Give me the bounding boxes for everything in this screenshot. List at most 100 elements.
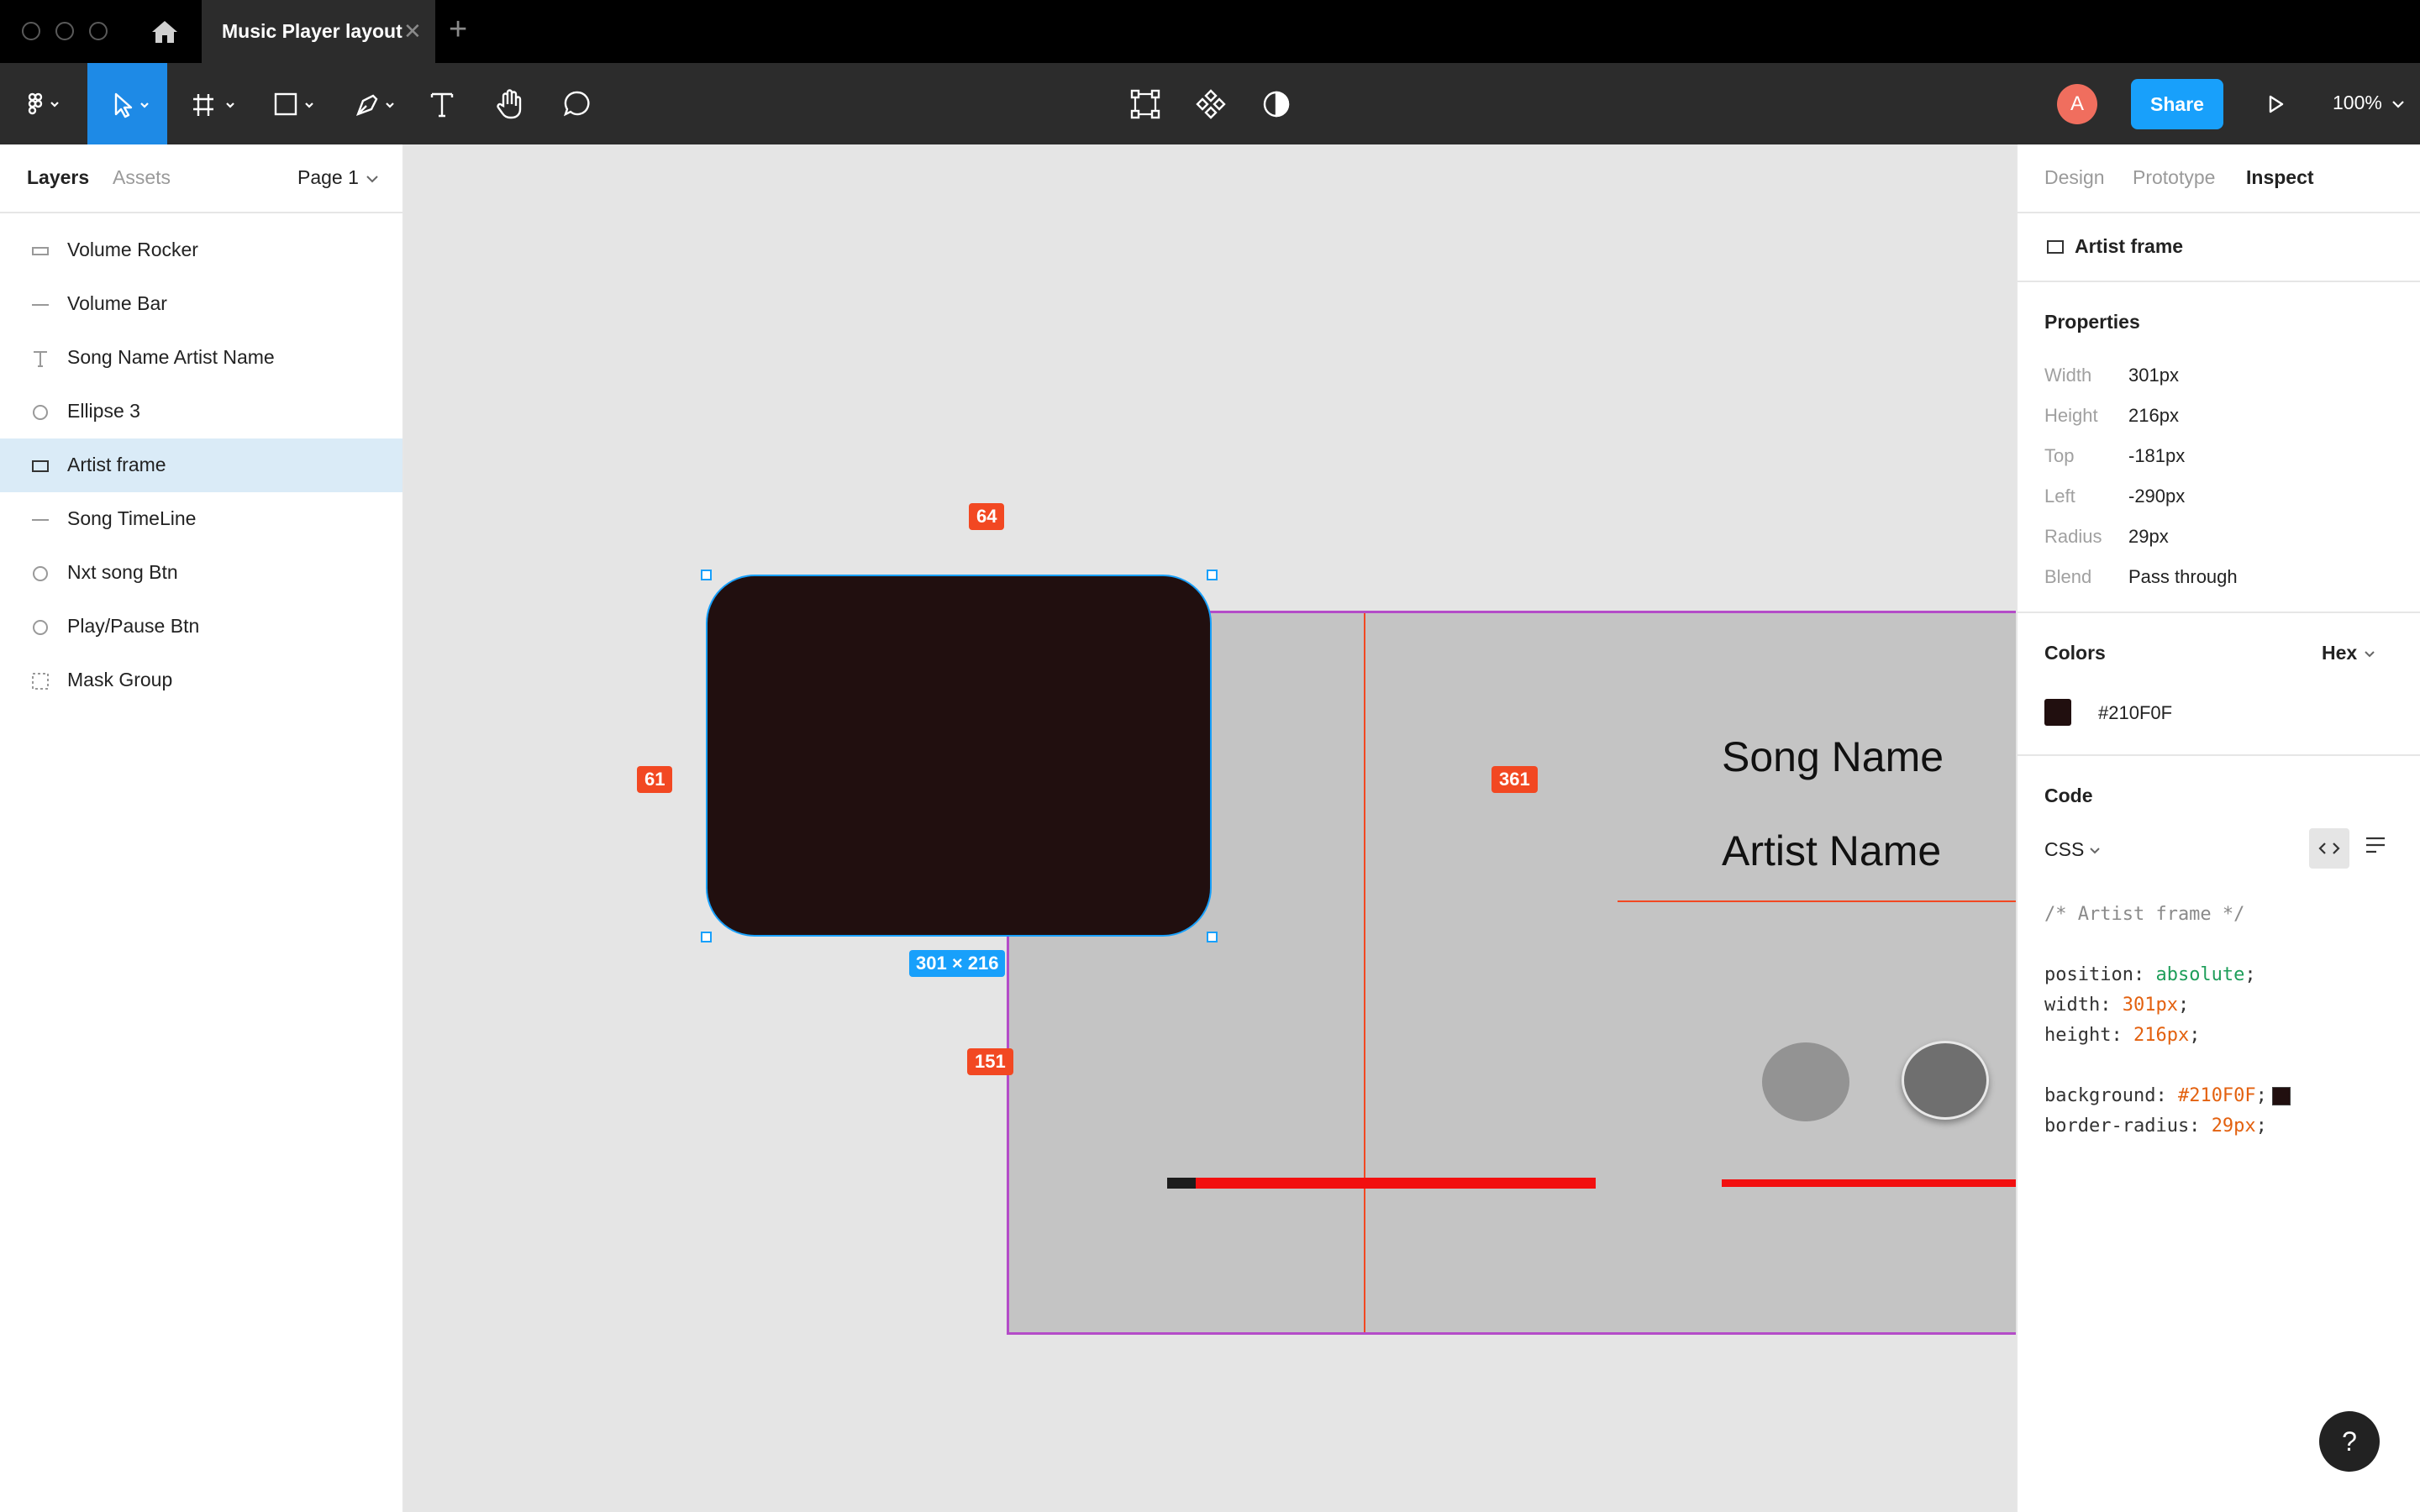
layers-panel: Layers Assets Page 1 Volume Rocker Volum… bbox=[0, 144, 404, 1512]
tab-layers[interactable]: Layers bbox=[27, 166, 89, 189]
previous-song-button[interactable] bbox=[1762, 1042, 1849, 1121]
resize-handle-bottom-right[interactable] bbox=[1207, 932, 1218, 942]
pen-tool-button[interactable] bbox=[341, 63, 408, 144]
new-tab-button[interactable]: + bbox=[449, 13, 467, 45]
zoom-select[interactable]: 100% bbox=[2333, 92, 2406, 114]
chevron-down-icon bbox=[366, 176, 378, 183]
chevron-down-icon bbox=[2365, 651, 2375, 658]
frame-tool-button[interactable] bbox=[180, 63, 247, 144]
divider bbox=[2018, 754, 2420, 756]
edit-object-button[interactable] bbox=[1126, 63, 1165, 144]
color-hex-value[interactable]: #210F0F bbox=[2098, 702, 2172, 724]
layer-label: Artist frame bbox=[67, 454, 166, 475]
text-icon bbox=[430, 92, 454, 117]
present-button[interactable] bbox=[2259, 63, 2292, 144]
layer-item-volume-rocker[interactable]: Volume Rocker bbox=[0, 223, 402, 277]
colors-heading: Colors bbox=[2044, 642, 2106, 664]
artist-frame[interactable] bbox=[706, 575, 1212, 937]
layer-item-play-pause-btn[interactable]: Play/Pause Btn bbox=[0, 600, 402, 654]
resize-handle-bottom-left[interactable] bbox=[701, 932, 712, 942]
shape-tool-button[interactable] bbox=[260, 63, 328, 144]
selected-layer-name: Artist frame bbox=[2075, 235, 2184, 257]
code-heading: Code bbox=[2044, 785, 2093, 806]
code-color-swatch bbox=[2271, 1087, 2291, 1105]
hand-tool-button[interactable] bbox=[491, 63, 529, 144]
window-close-icon[interactable] bbox=[22, 22, 40, 40]
tab-assets[interactable]: Assets bbox=[113, 166, 171, 189]
divider bbox=[2018, 612, 2420, 613]
prop-value-left[interactable]: -290px bbox=[2128, 486, 2185, 507]
layer-label: Volume Bar bbox=[67, 292, 167, 314]
layer-item-song-artist-text[interactable]: Song Name Artist Name bbox=[0, 331, 402, 385]
title-bar: Music Player layout ✕ + bbox=[0, 0, 2420, 63]
code-key: background: bbox=[2044, 1085, 2178, 1106]
page-name: Page 1 bbox=[297, 166, 359, 188]
rectangle-icon bbox=[32, 247, 49, 255]
wrap-text-toggle[interactable] bbox=[2364, 835, 2387, 857]
help-button[interactable]: ? bbox=[2319, 1411, 2380, 1472]
mask-contrast-icon bbox=[1263, 91, 1290, 117]
text-tool-button[interactable] bbox=[425, 63, 459, 144]
share-button[interactable]: Share bbox=[2131, 79, 2223, 129]
divider bbox=[2018, 212, 2420, 213]
file-tab[interactable]: Music Player layout ✕ bbox=[202, 0, 435, 63]
figma-logo-icon bbox=[28, 92, 59, 114]
prop-key-height: Height bbox=[2044, 405, 2098, 426]
code-punct: ; bbox=[2255, 1085, 2267, 1106]
resize-handle-top-right[interactable] bbox=[1207, 570, 1218, 580]
layer-item-next-song-btn[interactable]: Nxt song Btn bbox=[0, 546, 402, 600]
code-punct: ; bbox=[2255, 1116, 2267, 1137]
code-language-select[interactable]: CSS bbox=[2044, 838, 2101, 861]
ellipse-icon bbox=[33, 405, 48, 420]
tab-design[interactable]: Design bbox=[2044, 166, 2105, 189]
properties-heading: Properties bbox=[2044, 311, 2140, 333]
comment-icon bbox=[563, 91, 590, 116]
layer-item-mask-group[interactable]: Mask Group bbox=[0, 654, 402, 707]
code-key: border-radius: bbox=[2044, 1116, 2212, 1137]
avatar[interactable]: A bbox=[2057, 84, 2097, 124]
code-key: width: bbox=[2044, 995, 2123, 1016]
canvas[interactable]: Song Name Artist Name 64 61 361 151 301 … bbox=[404, 144, 2223, 1512]
code-view-toggle[interactable] bbox=[2309, 828, 2349, 869]
code-punct: ; bbox=[2177, 995, 2190, 1016]
mask-button[interactable] bbox=[1257, 63, 1296, 144]
layer-item-volume-bar[interactable]: Volume Bar bbox=[0, 277, 402, 331]
rectangle-icon bbox=[32, 460, 49, 472]
play-pause-button[interactable] bbox=[1902, 1041, 1989, 1120]
tab-inspect[interactable]: Inspect bbox=[2246, 166, 2314, 189]
layer-item-artist-frame[interactable]: Artist frame bbox=[0, 438, 402, 492]
prop-value-width[interactable]: 301px bbox=[2128, 365, 2179, 386]
code-value: 216px bbox=[2133, 1025, 2190, 1046]
song-name-text[interactable]: Song Name bbox=[1722, 732, 1944, 781]
zoom-level: 100% bbox=[2333, 92, 2382, 113]
prop-value-height[interactable]: 216px bbox=[2128, 405, 2179, 427]
code-line-position: position: absolute; bbox=[2044, 964, 2256, 985]
layer-item-ellipse-3[interactable]: Ellipse 3 bbox=[0, 385, 402, 438]
selection-size-badge: 301 × 216 bbox=[909, 950, 1006, 977]
measure-label-left: 61 bbox=[637, 766, 673, 793]
color-swatch[interactable] bbox=[2044, 699, 2071, 726]
comment-tool-button[interactable] bbox=[558, 63, 597, 144]
page-select[interactable]: Page 1 bbox=[297, 166, 379, 189]
tab-prototype[interactable]: Prototype bbox=[2133, 166, 2215, 189]
resize-handle-top-left[interactable] bbox=[701, 570, 712, 580]
code-comment: /* Artist frame */ bbox=[2044, 904, 2245, 925]
close-tab-icon[interactable]: ✕ bbox=[403, 18, 422, 45]
song-timeline-progress[interactable] bbox=[1167, 1178, 1196, 1189]
home-icon[interactable] bbox=[150, 18, 180, 45]
main-menu-button[interactable] bbox=[12, 63, 71, 144]
component-button[interactable] bbox=[1192, 63, 1230, 144]
divider bbox=[2018, 281, 2420, 282]
code-value: #210F0F bbox=[2177, 1085, 2256, 1106]
window-maximize-icon[interactable] bbox=[89, 22, 108, 40]
layer-item-song-timeline[interactable]: Song TimeLine bbox=[0, 492, 402, 546]
song-timeline[interactable] bbox=[1167, 1178, 1596, 1189]
prop-value-blend[interactable]: Pass through bbox=[2128, 566, 2238, 588]
color-format-select[interactable]: Hex bbox=[2322, 642, 2375, 664]
move-tool-button[interactable] bbox=[87, 63, 167, 144]
prop-value-radius[interactable]: 29px bbox=[2128, 526, 2169, 548]
window-minimize-icon[interactable] bbox=[55, 22, 74, 40]
artist-name-text[interactable]: Artist Name bbox=[1722, 827, 1941, 875]
prop-value-top[interactable]: -181px bbox=[2128, 445, 2185, 467]
frame-layer-icon bbox=[2047, 240, 2064, 254]
